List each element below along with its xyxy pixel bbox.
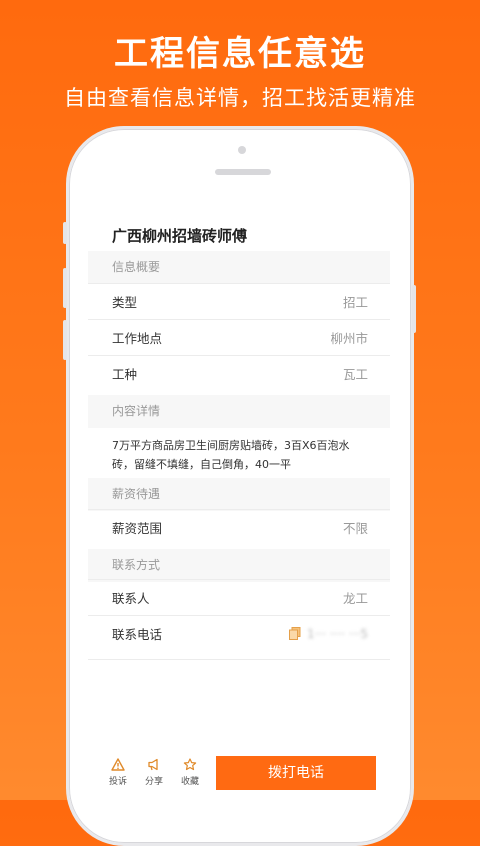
section-contact: 联系方式 xyxy=(88,549,390,582)
phone-side-button xyxy=(63,222,67,244)
megaphone-icon xyxy=(148,758,158,771)
list-end-divider xyxy=(88,659,390,660)
call-button[interactable]: 拨打电话 xyxy=(216,756,376,790)
job-title: 广西柳州招墙砖师傅 xyxy=(112,227,248,245)
row-phone-label: 联系电话 xyxy=(112,627,163,642)
row-type-value: 招工 xyxy=(342,295,368,310)
row-salary-label: 薪资范围 xyxy=(112,521,163,536)
row-trade-value: 瓦工 xyxy=(342,367,368,382)
section-details: 内容详情 xyxy=(88,395,390,428)
phone-side-button xyxy=(412,285,416,333)
warning-icon xyxy=(111,758,125,771)
promo-headline: 工程信息任意选 xyxy=(114,34,366,74)
row-location-value: 柳州市 xyxy=(330,331,368,346)
phone-number-group[interactable]: 1··· ···· ···5 xyxy=(288,626,368,641)
favorite-label: 收藏 xyxy=(180,777,199,787)
report-label: 投诉 xyxy=(108,777,127,787)
row-contact-label: 联系人 xyxy=(112,591,150,606)
job-content: 7万平方商品房卫生间厨房贴墙砖，3百X6百泡水砖，留缝不填缝，自己倒角，40一平 xyxy=(112,439,350,471)
phone-side-button xyxy=(63,320,67,360)
row-location-label: 工作地点 xyxy=(112,331,163,346)
share-button[interactable]: 分享 xyxy=(136,758,172,787)
promo-subline: 自由查看信息详情，招工找活更精准 xyxy=(64,86,416,110)
row-salary-value: 不限 xyxy=(342,521,368,536)
camera-dot xyxy=(238,146,246,154)
row-contact-value: 龙工 xyxy=(342,591,368,606)
row-location: 工作地点 柳州市 xyxy=(88,319,390,355)
phone-side-button xyxy=(63,268,67,308)
star-icon xyxy=(183,758,197,771)
row-contact-phone: 联系电话 1··· ···· ···5 xyxy=(88,615,390,651)
section-salary: 薪资待遇 xyxy=(88,478,390,511)
speaker-slot xyxy=(215,169,271,175)
copy-icon[interactable] xyxy=(288,627,301,640)
row-trade: 工种 瓦工 xyxy=(88,355,390,391)
row-type: 类型 招工 xyxy=(88,283,390,319)
phone-number-value: 1··· ···· ···5 xyxy=(306,626,368,641)
section-overview: 信息概要 xyxy=(88,251,390,284)
job-detail-screen: 广西柳州招墙砖师傅 信息概要 类型 招工 工作地点 柳州市 工种 瓦工 内容详情… xyxy=(88,213,390,800)
row-type-label: 类型 xyxy=(112,295,138,310)
row-contact-person: 联系人 龙工 xyxy=(88,579,390,615)
report-button[interactable]: 投诉 xyxy=(100,758,136,787)
row-trade-label: 工种 xyxy=(112,367,138,382)
favorite-button[interactable]: 收藏 xyxy=(172,758,208,787)
share-label: 分享 xyxy=(144,777,163,787)
row-salary-range: 薪资范围 不限 xyxy=(88,509,390,545)
bottom-action-bar: 投诉 分享 收藏 拨打电话 xyxy=(88,754,390,800)
